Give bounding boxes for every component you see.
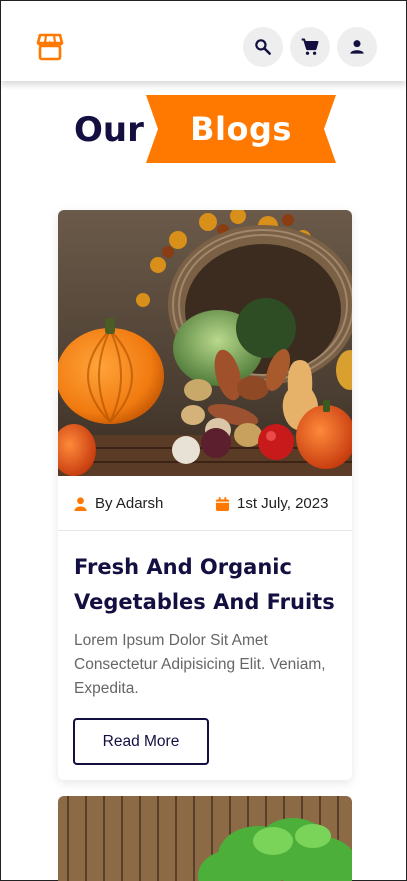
search-icon — [255, 39, 271, 55]
blog-meta: By Adarsh 1st July, 2023 — [58, 476, 352, 531]
store-logo-icon[interactable] — [35, 32, 65, 62]
account-button[interactable] — [337, 27, 377, 67]
calendar-icon — [215, 496, 230, 511]
blog-image-vegetables[interactable] — [58, 210, 352, 476]
user-icon — [74, 496, 87, 511]
blog-excerpt: Lorem Ipsum Dolor Sit Amet Consectetur A… — [74, 632, 326, 697]
blog-title[interactable]: Fresh And Organic Vegetables And Fruits — [74, 550, 344, 620]
search-button[interactable] — [243, 27, 283, 67]
cart-button[interactable] — [290, 27, 330, 67]
heading-word-blogs: Blogs — [190, 110, 292, 148]
cart-icon — [301, 38, 319, 55]
top-header — [1, 1, 406, 81]
blog-image-lettuce[interactable] — [58, 796, 352, 881]
user-icon — [350, 40, 364, 54]
heading-word-our: Our — [74, 110, 144, 150]
author-name: By Adarsh — [95, 495, 164, 512]
blog-card-next — [58, 796, 352, 881]
post-date: 1st July, 2023 — [237, 495, 329, 512]
section-heading: Our Blogs — [1, 95, 406, 165]
blog-card: By Adarsh 1st July, 2023 Fresh And Organ… — [58, 210, 352, 780]
author-info: By Adarsh — [73, 495, 163, 512]
date-info: 1st July, 2023 — [215, 495, 328, 512]
heading-ribbon: Blogs — [146, 95, 336, 163]
read-more-button[interactable]: Read More — [73, 718, 209, 765]
